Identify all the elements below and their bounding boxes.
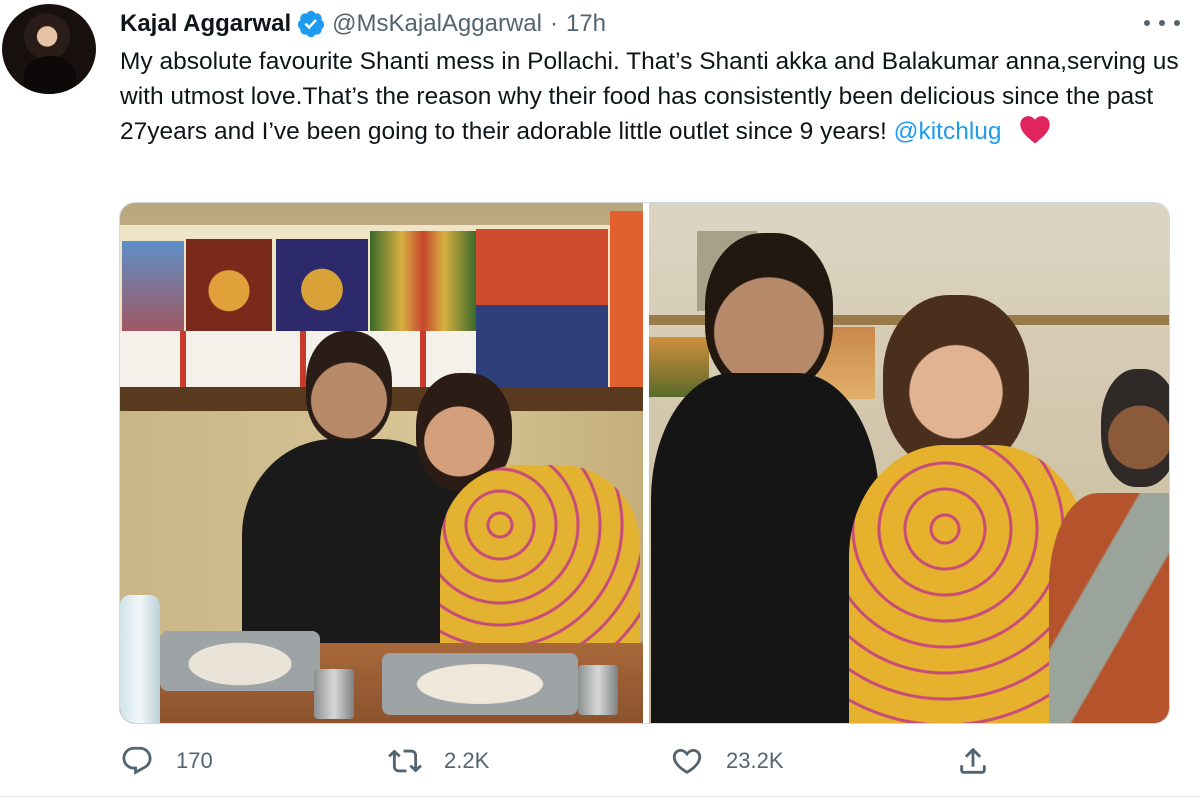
avatar[interactable] [2,4,96,94]
reply-button[interactable]: 170 [120,744,213,778]
person-man-head [306,331,392,443]
poster [186,239,272,333]
reply-icon [122,746,152,775]
share-button[interactable] [956,744,990,778]
like-count: 23.2K [726,748,784,773]
display-name[interactable]: Kajal Aggarwal [120,10,291,38]
more-dot [1174,20,1180,26]
retweet-button[interactable]: 2.2K [388,744,489,778]
tweet-text: My absolute favourite Shanti mess in Pol… [120,45,1190,150]
poster [370,231,476,333]
verified-badge-icon [298,10,325,38]
person-man-body [651,373,879,723]
poster-row [120,331,476,387]
tweet[interactable]: Kajal Aggarwal @MsKajalAggarwal · 17h My… [0,0,1200,800]
person-elder-body [1049,493,1169,723]
media-grid[interactable] [119,202,1170,724]
retweet-count: 2.2K [444,748,490,773]
steel-cup [314,669,354,719]
water-bottle [120,595,160,723]
share-icon [960,747,986,774]
steel-plate [382,653,578,715]
separator-dot: · [549,10,558,37]
retweet-icon [388,749,422,773]
person-woman-body [440,465,640,665]
divider [0,796,1200,797]
more-icon[interactable] [1144,12,1180,34]
timestamp[interactable]: 17h [566,10,606,38]
poster [276,239,368,331]
more-dot [1159,20,1165,26]
photo-right[interactable] [649,203,1169,723]
tweet-header: Kajal Aggarwal @MsKajalAggarwal · 17h [120,7,606,41]
like-icon [672,748,702,774]
like-button[interactable]: 23.2K [670,744,784,778]
handle[interactable]: @MsKajalAggarwal [332,10,542,38]
action-bar: 170 2.2K 23.2K [0,740,1200,786]
person-man-head [705,233,833,393]
person-elder-head [1101,369,1169,487]
steel-cup [578,665,618,715]
photo-left[interactable] [120,203,643,723]
red-heart-icon [1020,116,1051,144]
steel-plate [160,631,320,691]
poster [610,211,643,401]
reply-count: 170 [176,748,213,773]
more-dot [1144,20,1150,26]
mention-link[interactable]: @kitchlug [894,118,1002,145]
